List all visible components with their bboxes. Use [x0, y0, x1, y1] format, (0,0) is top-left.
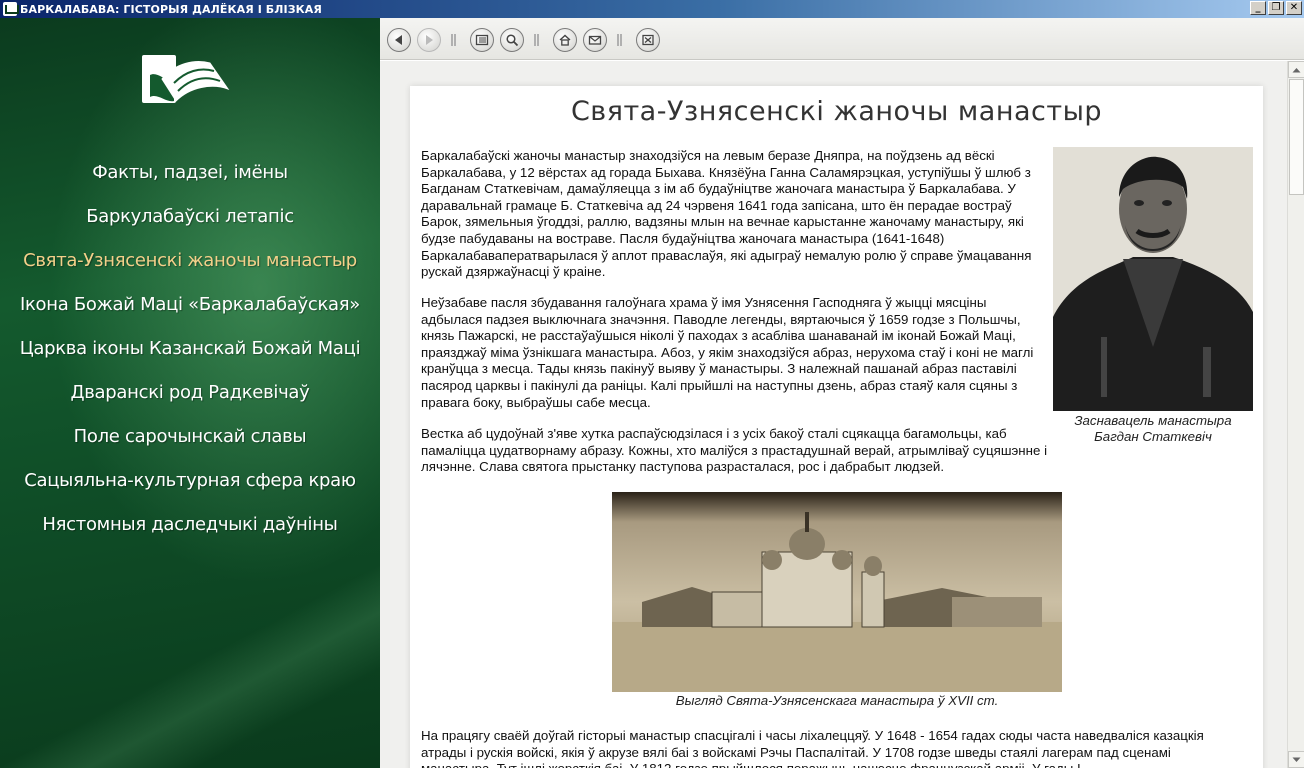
toolbar [380, 18, 1304, 60]
scroll-thumb[interactable] [1289, 79, 1304, 195]
article-paragraph: Вестка аб цудоўнай з'яве хутка распаўсюд… [421, 426, 1048, 475]
back-button[interactable] [387, 28, 411, 52]
portrait-caption-line1: Заснавацель манастыра [1074, 413, 1232, 428]
search-icon [506, 34, 519, 47]
minimize-button[interactable]: _ [1250, 1, 1266, 15]
maximize-button[interactable]: ❐ [1268, 1, 1284, 15]
title-bar: БАРКАЛАБАВА: ГІСТОРЫЯ ДАЛЁКАЯ І БЛІЗКАЯ … [0, 0, 1304, 18]
sidebar-item-researchers[interactable]: Нястомныя даследчыкі даўніны [0, 503, 380, 547]
monastery-image [612, 492, 1062, 692]
forward-button[interactable] [417, 28, 441, 52]
sidebar-item-church[interactable]: Царква іконы Казанскай Божай Маці [0, 327, 380, 371]
article-paragraph: Неўзабаве пасля збудавання галоўнага хра… [421, 295, 1034, 410]
close-button[interactable]: ✕ [1286, 1, 1302, 15]
toolbar-separator [534, 34, 539, 46]
image-caption: Выгляд Свята-Узнясенскага манастыра ў XV… [675, 693, 999, 708]
portrait-caption: Заснавацель манастыра Багдан Статкевіч [1053, 413, 1253, 445]
forward-arrow-icon [426, 35, 433, 45]
sidebar-item-glory-field[interactable]: Поле сарочынскай славы [0, 415, 380, 459]
page-title: Свята-Узнясенскі жаночы манастыр [570, 96, 1103, 127]
sidebar-item-chronicle[interactable]: Баркулабаўскі летапіс [0, 195, 380, 239]
chevron-up-icon [1292, 67, 1301, 72]
window-controls: _ ❐ ✕ [1250, 1, 1302, 15]
exit-icon [642, 34, 654, 46]
home-icon [559, 34, 571, 46]
toolbar-separator [451, 34, 456, 46]
scroll-up-button[interactable] [1288, 61, 1304, 78]
toolbar-separator [617, 34, 622, 46]
search-button[interactable] [500, 28, 524, 52]
mail-button[interactable] [583, 28, 607, 52]
mail-icon [588, 35, 602, 45]
sidebar-item-icon[interactable]: Ікона Божай Маці «Баркалабаўская» [0, 283, 380, 327]
back-arrow-icon [395, 35, 402, 45]
article-paragraph: Баркалабаўскі жаночы манастыр знаходзіўс… [421, 148, 1032, 280]
exit-button[interactable] [636, 28, 660, 52]
sidebar-item-culture[interactable]: Сацыяльна-культурная сфера краю [0, 459, 380, 503]
vertical-scrollbar[interactable] [1287, 61, 1304, 768]
window-title: БАРКАЛАБАВА: ГІСТОРЫЯ ДАЛЁКАЯ І БЛІЗКАЯ [20, 3, 322, 16]
home-button[interactable] [553, 28, 577, 52]
article-paragraph: На працягу сваёй доўгай гісторыі манасты… [421, 728, 1204, 768]
sidebar-item-facts[interactable]: Факты, падзеі, імёны [0, 151, 380, 195]
sidebar-item-noble-family[interactable]: Дваранскі род Радкевічаў [0, 371, 380, 415]
chevron-down-icon [1292, 757, 1301, 762]
sidebar-nav: Факты, падзеі, імёны Баркулабаўскі летап… [0, 151, 380, 547]
sidebar-item-monastery[interactable]: Свята-Узнясенскі жаночы манастыр [0, 239, 380, 283]
portrait-image [1053, 147, 1253, 411]
sidebar: Факты, падзеі, імёны Баркулабаўскі летап… [0, 18, 380, 768]
app-icon [3, 2, 19, 16]
article: Свята-Узнясенскі жаночы манастыр Баркала… [410, 86, 1263, 768]
portrait-caption-line2: Багдан Статкевіч [1094, 429, 1212, 444]
contents-button[interactable] [470, 28, 494, 52]
contents-icon [475, 34, 489, 46]
scroll-down-button[interactable] [1288, 751, 1304, 768]
open-book-icon [142, 55, 230, 103]
content-area: Свята-Узнясенскі жаночы манастыр Баркала… [380, 61, 1287, 768]
